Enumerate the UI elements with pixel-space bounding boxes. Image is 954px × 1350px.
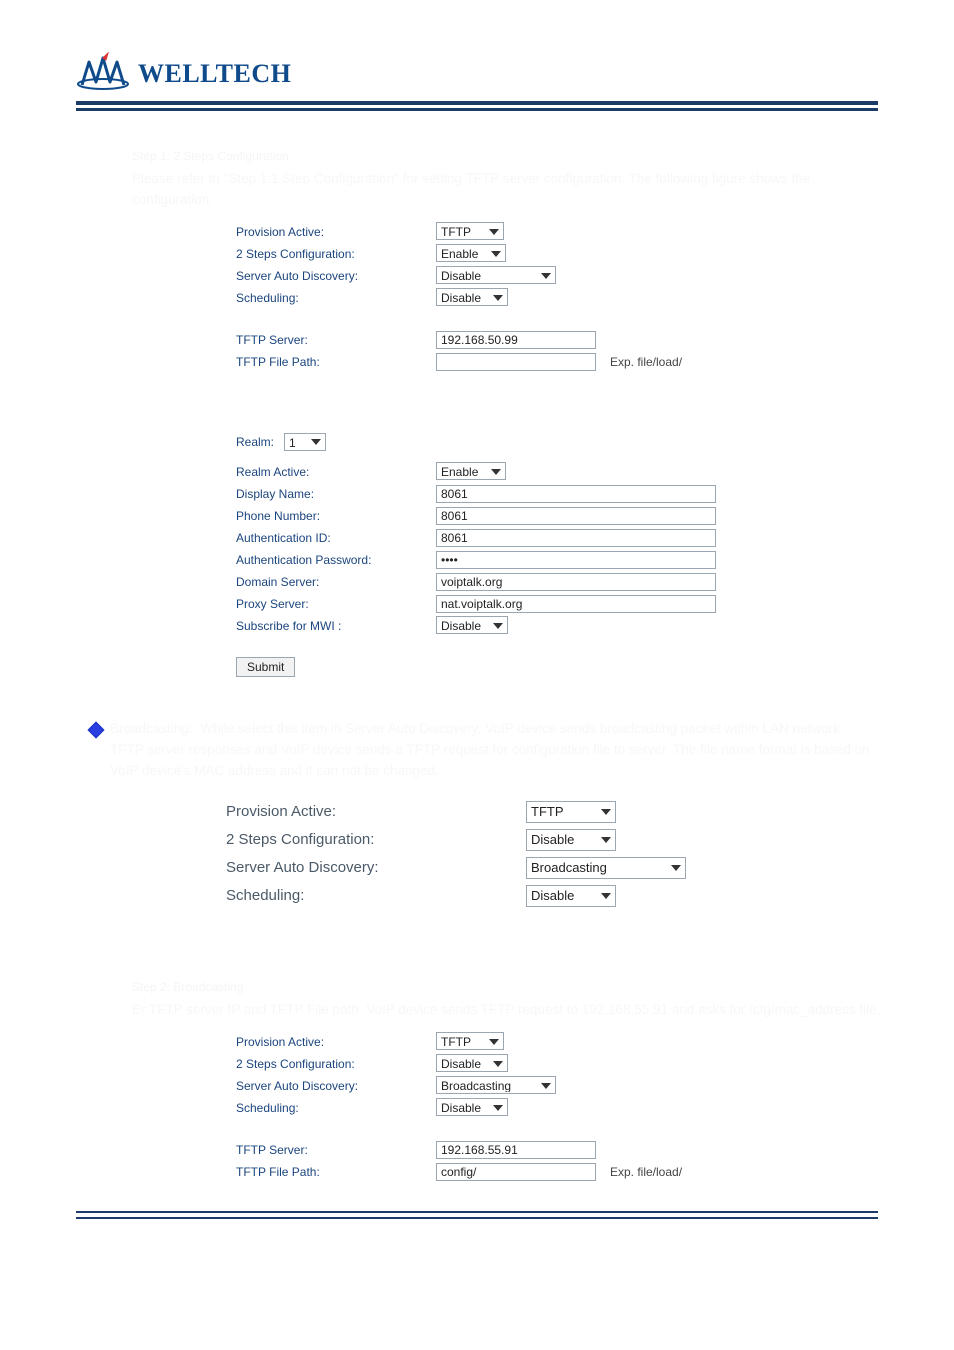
step1-body: Please refer to "Step 1:1 Step Configura… [132, 169, 892, 211]
selectC-two-steps[interactable]: Disable [436, 1054, 508, 1072]
labelB-auto-discovery: Server Auto Discovery: [226, 859, 526, 876]
selectC-provision-active[interactable]: TFTP [436, 1032, 504, 1050]
header-divider [76, 101, 878, 111]
input-phone-number[interactable] [436, 507, 716, 525]
labelC-tftp-server: TFTP Server: [236, 1143, 436, 1157]
selectB-two-steps[interactable]: Disable [526, 829, 616, 851]
select-provision-active[interactable]: TFTP [436, 222, 504, 240]
input-auth-id[interactable] [436, 529, 716, 547]
config-panel-bottom: Provision Active: TFTP 2 Steps Configura… [236, 1031, 876, 1183]
label-scheduling: Scheduling: [236, 291, 436, 305]
input-auth-pw[interactable] [436, 551, 716, 569]
input-display-name[interactable] [436, 485, 716, 503]
label-subscribe-mwi: Subscribe for MWI : [236, 619, 436, 633]
select-subscribe-mwi[interactable]: Disable [436, 616, 508, 634]
step2-heading: Step 2: Broadcasting [132, 980, 954, 994]
step2-body: Er TFTP server IP and TFTP File path. Vo… [132, 1000, 892, 1021]
labelB-provision-active: Provision Active: [226, 803, 526, 820]
brand-logo: WELLTECH [76, 52, 954, 95]
label-auth-pw: Authentication Password: [236, 553, 436, 567]
realm-panel: Realm Active: Enable Display Name: Phone… [236, 461, 876, 677]
inputC-tftp-server[interactable] [436, 1141, 596, 1159]
label-realm: Realm: [236, 435, 274, 449]
label-two-steps: 2 Steps Configuration: [236, 247, 436, 261]
submit-button[interactable]: Submit [236, 657, 295, 677]
labelB-scheduling: Scheduling: [226, 887, 526, 904]
label-domain-server: Domain Server: [236, 575, 436, 589]
config-panel-broadcasting: Provision Active: TFTP 2 Steps Configura… [226, 798, 906, 910]
label-auto-discovery: Server Auto Discovery: [236, 269, 436, 283]
inputC-tftp-path[interactable] [436, 1163, 596, 1181]
labelC-auto-discovery: Server Auto Discovery: [236, 1079, 436, 1093]
labelC-tftp-path: TFTP File Path: [236, 1165, 436, 1179]
select-two-steps[interactable]: Enable [436, 244, 506, 262]
label-tftp-path: TFTP File Path: [236, 355, 436, 369]
select-realm-active[interactable]: Enable [436, 462, 506, 480]
select-scheduling[interactable]: Disable [436, 288, 508, 306]
footer-divider [76, 1211, 878, 1219]
bullet-icon [88, 721, 105, 738]
input-domain-server[interactable] [436, 573, 716, 591]
hint-tftp-path: Exp. file/load/ [610, 355, 682, 369]
label-auth-id: Authentication ID: [236, 531, 436, 545]
config-panel-top: Provision Active: TFTP 2 Steps Configura… [236, 221, 876, 373]
input-proxy-server[interactable] [436, 595, 716, 613]
labelC-provision-active: Provision Active: [236, 1035, 436, 1049]
label-realm-active: Realm Active: [236, 465, 436, 479]
selectB-auto-discovery[interactable]: Broadcasting [526, 857, 686, 879]
select-realm[interactable]: 1 [284, 433, 326, 451]
label-tftp-server: TFTP Server: [236, 333, 436, 347]
select-auto-discovery[interactable]: Disable [436, 266, 556, 284]
selectC-auto-discovery[interactable]: Broadcasting [436, 1076, 556, 1094]
input-tftp-path[interactable] [436, 353, 596, 371]
step1-heading: Step 1: 2 Steps Configuration [132, 149, 954, 163]
input-tftp-server[interactable] [436, 331, 596, 349]
selectB-provision-active[interactable]: TFTP [526, 801, 616, 823]
selectC-scheduling[interactable]: Disable [436, 1098, 508, 1116]
labelB-two-steps: 2 Steps Configuration: [226, 831, 526, 848]
logo-mark-icon [76, 52, 130, 95]
brand-wordmark: WELLTECH [138, 59, 291, 89]
hintC-tftp-path: Exp. file/load/ [610, 1165, 682, 1179]
labelC-scheduling: Scheduling: [236, 1101, 436, 1115]
broadcasting-paragraph: Broadcasting: While select this item in … [110, 719, 870, 782]
selectB-scheduling[interactable]: Disable [526, 885, 616, 907]
label-display-name: Display Name: [236, 487, 436, 501]
label-proxy-server: Proxy Server: [236, 597, 436, 611]
label-phone-number: Phone Number: [236, 509, 436, 523]
labelC-two-steps: 2 Steps Configuration: [236, 1057, 436, 1071]
label-provision-active: Provision Active: [236, 225, 436, 239]
